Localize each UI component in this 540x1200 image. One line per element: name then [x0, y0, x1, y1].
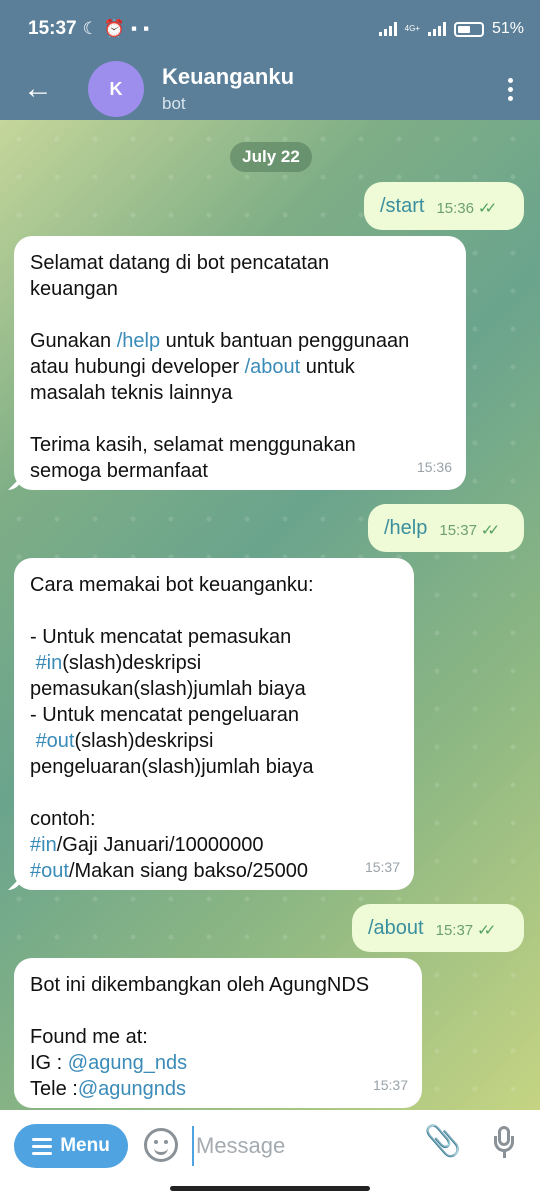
message-line: pengeluaran(slash)jumlah biaya [30, 756, 314, 778]
help-command-link[interactable]: /help [117, 330, 160, 352]
message-incoming[interactable]: Cara memakai bot keuanganku: - Untuk men… [8, 558, 414, 890]
message-line: - Untuk mencatat pemasukan [30, 626, 292, 648]
status-time: 15:37 [28, 18, 77, 39]
status-bar: 15:37 ☾ ⏰ ▪ ▪ 4G+ 51% [0, 0, 540, 58]
chat-title: Keuanganku [162, 64, 295, 89]
message-line: atau hubungi developer /about untuk [30, 356, 355, 378]
message-time: 15:37 [364, 859, 400, 875]
message-time: 15:37 [372, 1077, 408, 1093]
about-command-link[interactable]: /about [245, 356, 301, 378]
bot-menu-button[interactable]: Menu [14, 1124, 128, 1168]
double-check-icon: ✓✓ [478, 200, 497, 217]
message-line: pemasukan(slash)jumlah biaya [30, 678, 306, 700]
moon-icon: ☾ [82, 19, 98, 38]
message-line: #out/Makan siang bakso/25000 [30, 860, 308, 882]
message-line: #in/Gaji Januari/10000000 [30, 834, 264, 856]
message-incoming[interactable]: Bot ini dikembangkan oleh AgungNDS Found… [14, 958, 422, 1108]
message-line: Terima kasih, selamat menggunakan [30, 434, 356, 456]
instagram-link[interactable]: @agung_nds [68, 1052, 187, 1074]
telegram-link[interactable]: @agungnds [78, 1078, 186, 1100]
message-line: - Untuk mencatat pengeluaran [30, 704, 300, 726]
more-options-icon[interactable] [480, 77, 540, 101]
chat-notification-icon: ▪ [143, 19, 150, 38]
date-separator: July 22 [230, 142, 312, 172]
double-check-icon: ✓✓ [480, 522, 500, 539]
hashtag-out[interactable]: #out [36, 730, 75, 752]
signal-icon [378, 22, 397, 36]
message-line: Tele :@agungnds [30, 1078, 186, 1100]
hashtag-in[interactable]: #in [36, 652, 63, 674]
battery-icon [453, 21, 484, 37]
back-arrow-icon[interactable]: ← [0, 72, 76, 106]
message-incoming[interactable]: Selamat datang di bot pencatatan keuanga… [8, 236, 466, 490]
message-time: 15:36 [416, 459, 452, 475]
command-text: /about [368, 917, 424, 939]
network-type: 4G+ [404, 24, 420, 33]
message-line: IG : @agung_nds [30, 1052, 188, 1074]
message-line: masalah teknis lainnya [30, 382, 233, 404]
home-indicator[interactable] [170, 1186, 370, 1191]
command-text: /help [384, 517, 428, 539]
double-check-icon: ✓✓ [477, 922, 496, 939]
menu-button-label: Menu [60, 1135, 110, 1156]
battery-level: 51 [491, 20, 510, 37]
chat-subtitle: bot [162, 94, 186, 113]
message-line: Cara memakai bot keuanganku: [30, 574, 314, 596]
message-outgoing[interactable]: /about 15:37 ✓✓ [352, 904, 524, 952]
microphone-icon[interactable] [494, 1126, 514, 1158]
message-line: #out(slash)deskripsi [35, 730, 214, 752]
signal-icon [427, 22, 446, 36]
chat-header: ← K Keuanganku bot [0, 58, 540, 120]
message-line: Gunakan /help untuk bantuan penggunaan [30, 330, 410, 352]
hamburger-icon [32, 1137, 53, 1155]
battery-suffix: % [509, 20, 524, 37]
message-line: keuangan [30, 278, 118, 300]
message-composer: Menu 📎 [0, 1110, 540, 1200]
message-line: Found me at: [30, 1026, 148, 1048]
message-line: Bot ini dikembangkan oleh AgungNDS [30, 974, 370, 996]
alarm-icon: ⏰ [103, 19, 126, 38]
message-time: 15:36 [436, 200, 474, 217]
hashtag-in[interactable]: #in [30, 834, 57, 856]
message-outgoing[interactable]: /help 15:37 ✓✓ [368, 504, 524, 552]
message-outgoing[interactable]: /start 15:36 ✓✓ [364, 182, 524, 230]
message-line: semoga bermanfaat [30, 460, 208, 482]
paperclip-icon[interactable]: 📎 [424, 1124, 461, 1159]
message-line: #in(slash)deskripsi [35, 652, 202, 674]
message-input[interactable] [192, 1126, 402, 1166]
hashtag-out[interactable]: #out [30, 860, 69, 882]
avatar[interactable]: K [88, 61, 144, 117]
message-time: 15:37 [439, 522, 477, 539]
message-time: 15:37 [435, 922, 474, 939]
message-line: Selamat datang di bot pencatatan [30, 252, 330, 274]
chat-notification-icon: ▪ [131, 19, 138, 38]
chat-area[interactable]: July 22 /start 15:36 ✓✓ Selamat datang di… [0, 120, 540, 1110]
message-line: contoh: [30, 808, 96, 830]
emoji-icon[interactable] [144, 1128, 178, 1162]
command-text: /start [380, 195, 425, 217]
chat-title-block[interactable]: Keuanganku bot [162, 64, 294, 114]
